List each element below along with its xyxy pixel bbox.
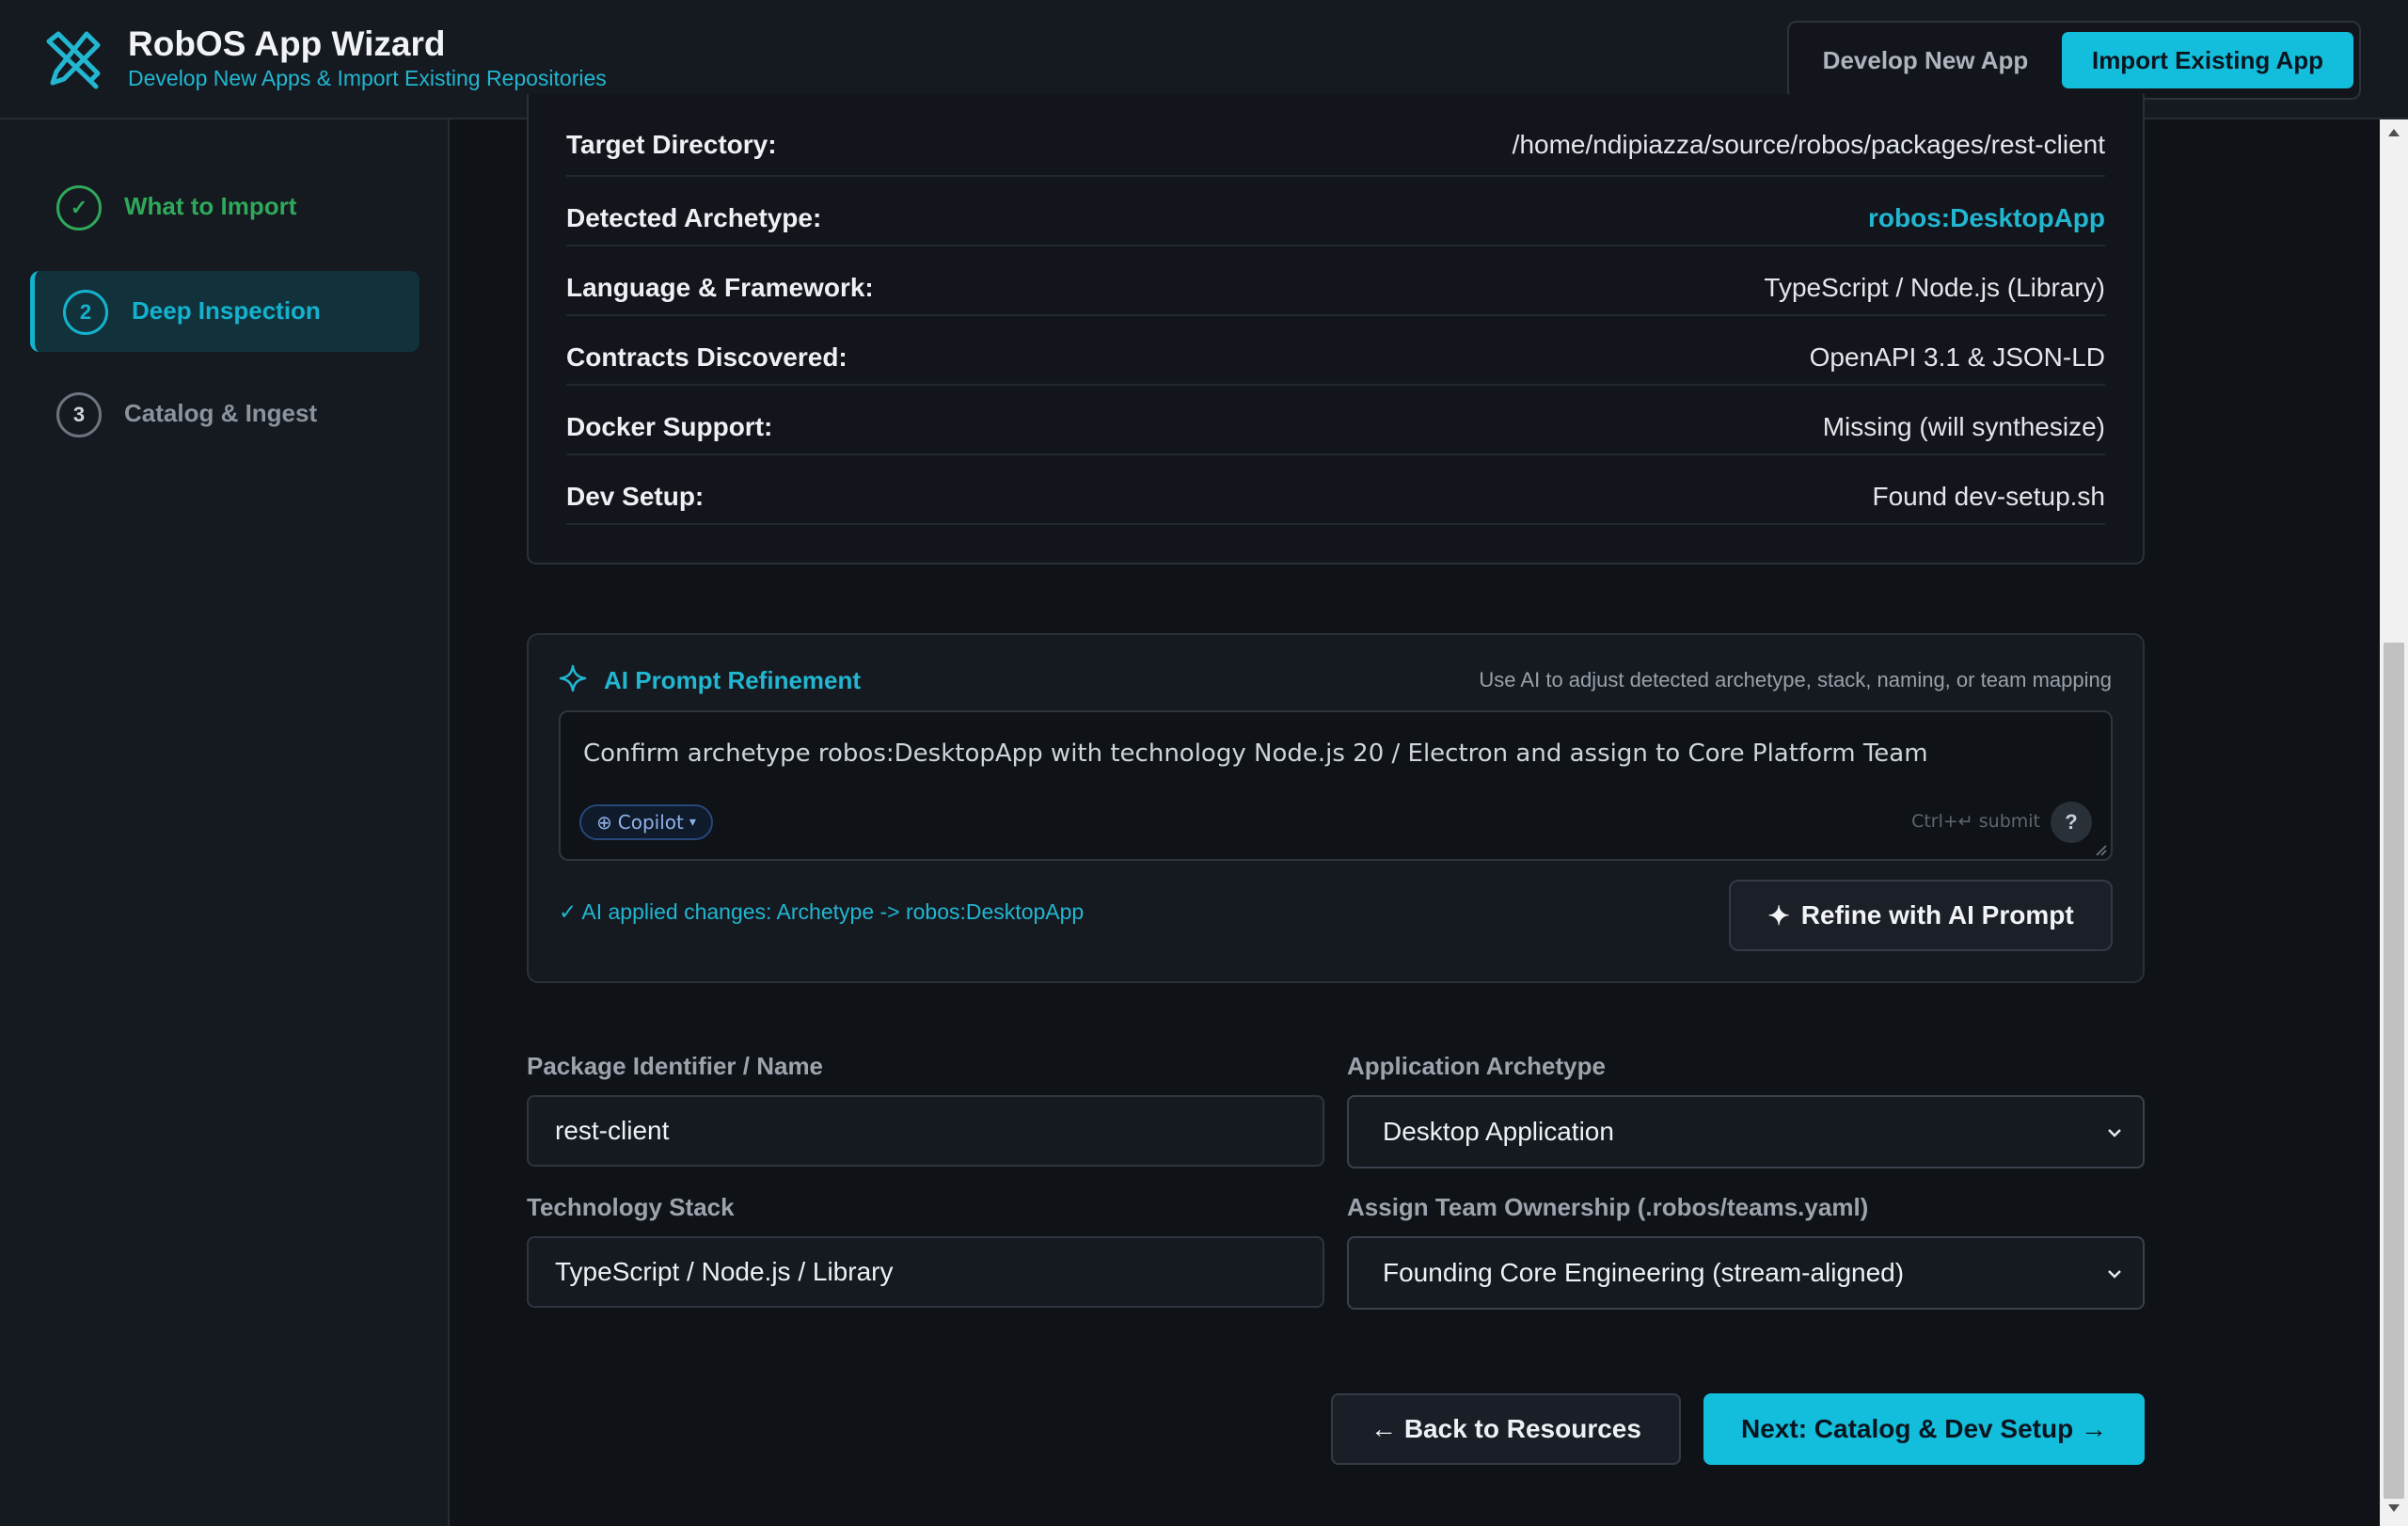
package-name-label: Package Identifier / Name [527,1052,824,1080]
step-label: Deep Inspection [132,296,321,325]
detail-label: Docker Support: [566,412,773,441]
detail-value: robos:DesktopApp [1868,203,2105,232]
package-name-input[interactable]: rest-client [527,1095,1324,1167]
team-selected-value: Founding Core Engineering (stream-aligne… [1383,1258,1905,1287]
detail-value: Found dev-setup.sh [1872,482,2106,511]
detail-label: Target Directory: [566,130,777,159]
step-label: Catalog & Ingest [124,399,318,427]
detail-label: Dev Setup: [566,482,705,511]
tech-stack-label: Technology Stack [527,1193,735,1221]
scroll-down-icon[interactable] [2387,1502,2400,1514]
next-catalog-button[interactable]: Next: Catalog & Dev Setup → [1703,1393,2145,1465]
archetype-select[interactable]: Desktop Application [1347,1095,2145,1168]
help-button[interactable]: ? [2051,802,2092,843]
sparkle-icon: ✦ [1767,900,1790,930]
detail-value: OpenAPI 3.1 & JSON-LD [1809,342,2105,372]
tools-icon [46,31,101,89]
chevron-down-icon: ▾ [689,815,696,830]
step-complete-check-icon: ✓ [56,185,102,230]
step-catalog-ingest[interactable]: 3 Catalog & Ingest [30,374,420,454]
detail-row-contracts: Contracts Discovered: OpenAPI 3.1 & JSON… [566,316,2105,386]
team-ownership-label: Assign Team Ownership (.robos/teams.yaml… [1347,1193,1869,1221]
detail-label: Contracts Discovered: [566,342,848,372]
detail-value: TypeScript / Node.js (Library) [1764,273,2105,302]
detail-row-language: Language & Framework: TypeScript / Node.… [566,246,2105,316]
resize-grip-icon[interactable] [2094,843,2107,856]
chevron-down-icon [2108,1270,2121,1279]
copilot-icon: ⊕ [596,811,612,834]
scrollbar-thumb[interactable] [2384,643,2404,1499]
scroll-up-icon[interactable] [2387,127,2400,138]
wizard-sidebar: ✓ What to Import 2 Deep Inspection 3 Cat… [0,119,450,1526]
app-subtitle: Develop New Apps & Import Existing Repos… [128,66,607,90]
step-label: What to Import [124,192,297,220]
detail-value: Missing (will synthesize) [1822,412,2105,441]
team-ownership-select[interactable]: Founding Core Engineering (stream-aligne… [1347,1236,2145,1310]
submit-shortcut-hint: Ctrl+↵ submit [1911,811,2040,832]
ai-status-message: ✓ AI applied changes: Archetype -> robos… [559,899,1085,924]
detail-row-docker: Docker Support: Missing (will synthesize… [566,386,2105,455]
refine-with-ai-button[interactable]: ✦ Refine with AI Prompt [1729,880,2113,951]
develop-new-app-button[interactable]: Develop New App [1798,32,2052,88]
detail-value: /home/ndipiazza/source/robos/packages/re… [1512,130,2105,159]
ai-prompt-input[interactable] [559,710,2113,861]
page-scrollbar[interactable] [2380,119,2408,1526]
chevron-down-icon [2108,1129,2121,1137]
refine-button-label: Refine with AI Prompt [1800,900,2074,930]
detail-row-archetype: Detected Archetype: robos:DesktopApp [566,177,2105,246]
step-deep-inspection[interactable]: 2 Deep Inspection [30,271,420,352]
detail-label: Detected Archetype: [566,203,822,232]
copilot-label: Copilot [617,811,684,834]
copilot-model-selector[interactable]: ⊕ Copilot ▾ [579,804,713,840]
ai-prompt-text[interactable]: Confirm archetype robos:DesktopApp with … [583,739,1928,768]
detail-row-target-directory: Target Directory: /home/ndipiazza/source… [566,107,2105,177]
step-number: 2 [63,290,108,335]
step-what-to-import[interactable]: ✓ What to Import [30,167,420,247]
sparkle-icon [559,664,587,692]
archetype-label: Application Archetype [1347,1052,1606,1080]
detail-row-dev-setup: Dev Setup: Found dev-setup.sh [566,455,2105,525]
ai-refinement-hint: Use AI to adjust detected archetype, sta… [1479,668,2112,691]
ai-refinement-title: AI Prompt Refinement [604,666,862,694]
mode-switch: Develop New App Import Existing App [1787,21,2361,100]
back-to-resources-button[interactable]: ← Back to Resources [1331,1393,1681,1465]
step-number: 3 [56,392,102,437]
detail-label: Language & Framework: [566,273,874,302]
import-existing-app-button[interactable]: Import Existing App [2062,32,2353,88]
tech-stack-input[interactable]: TypeScript / Node.js / Library [527,1236,1324,1308]
archetype-selected-value: Desktop Application [1383,1117,1614,1146]
app-title: RobOS App Wizard [128,24,446,63]
